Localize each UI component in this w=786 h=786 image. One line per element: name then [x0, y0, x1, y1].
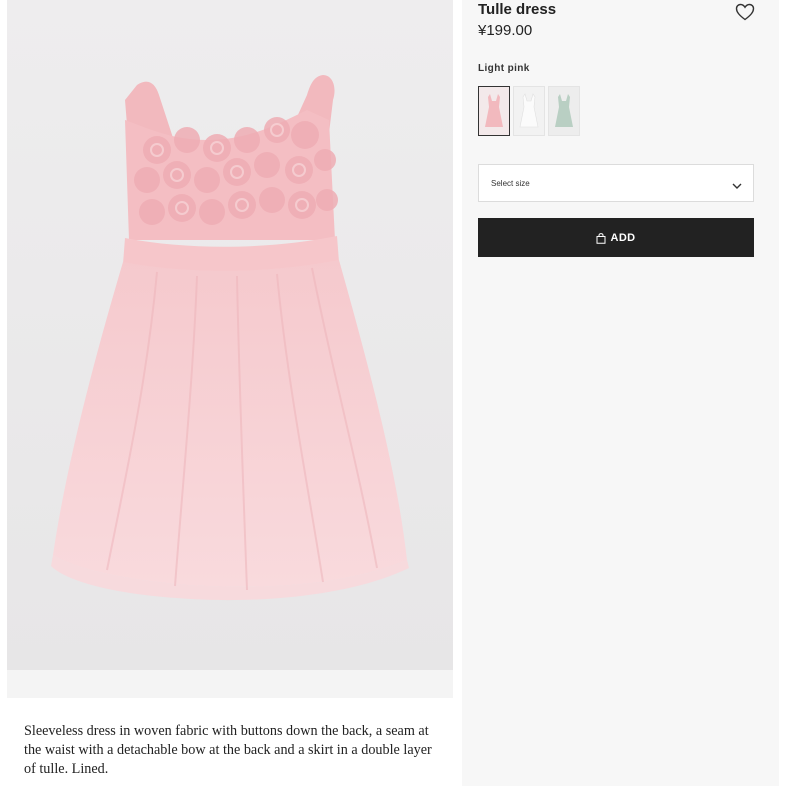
product-page: Sleeveless dress in woven fabric with bu… [0, 0, 786, 786]
add-to-bag-button[interactable]: ADD [478, 218, 754, 257]
chevron-down-icon [731, 178, 743, 189]
swatch-white[interactable] [513, 86, 545, 136]
add-button-label: ADD [610, 231, 636, 244]
selected-color-label: Light pink [478, 63, 530, 74]
product-title: Tulle dress [478, 1, 557, 18]
shopping-bag-icon [596, 232, 606, 244]
color-swatches [478, 86, 580, 136]
dress-thumbnail-green [555, 94, 573, 127]
product-image[interactable] [7, 0, 453, 670]
image-spacer [7, 670, 453, 698]
page-margin [779, 0, 786, 786]
swatch-light-pink[interactable] [478, 86, 510, 136]
dress-image [7, 0, 453, 670]
dress-thumbnail-pink [485, 94, 503, 127]
heart-icon[interactable] [735, 3, 755, 21]
product-info-panel: Tulle dress ¥199.00 Light pink Select si… [462, 0, 779, 786]
swatch-sage-green[interactable] [548, 86, 580, 136]
dress-thumbnail-white [519, 93, 539, 128]
product-price: ¥199.00 [478, 22, 533, 39]
size-select[interactable]: Select size [478, 164, 754, 202]
size-select-placeholder: Select size [491, 179, 530, 188]
product-description: Sleeveless dress in woven fabric with bu… [24, 723, 432, 777]
